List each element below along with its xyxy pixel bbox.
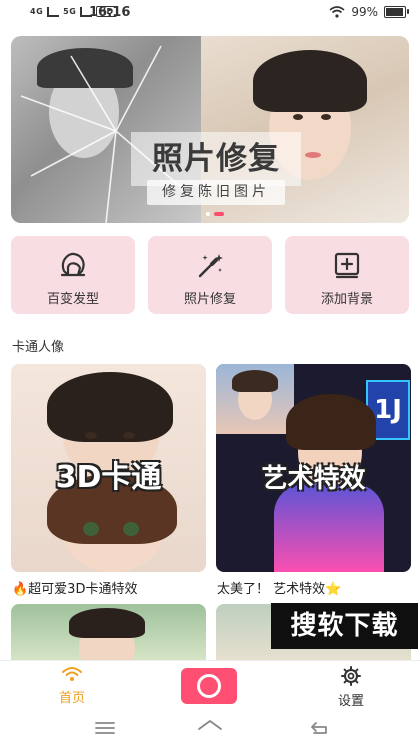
center-camera-button[interactable]	[181, 668, 237, 704]
back-icon[interactable]	[308, 720, 330, 736]
outfit	[274, 484, 384, 572]
carousel-dots	[206, 212, 224, 216]
nav-home-label: 首页	[58, 691, 85, 706]
feature-label: 照片修复	[183, 292, 236, 307]
network-4g-label: 4G	[30, 7, 44, 16]
home-icon[interactable]	[197, 718, 223, 738]
card-art-effect[interactable]: 1J 艺术特效	[216, 364, 411, 572]
feature-photo-repair-button[interactable]: 照片修复	[148, 236, 272, 314]
banner-carousel[interactable]: 照片修复 修复陈旧图片	[11, 36, 409, 223]
card-partial-left[interactable]	[11, 604, 206, 664]
menu-icon[interactable]	[94, 720, 116, 736]
carousel-dot-active	[214, 212, 224, 216]
banner-subtitle: 修复陈旧图片	[147, 180, 285, 205]
system-nav-bar	[0, 712, 420, 746]
section-title: 卡通人像	[12, 340, 65, 355]
card-overlay-text: 3D卡通	[55, 460, 162, 495]
status-bar: 4G 5G HD 16:16 99%	[0, 0, 420, 26]
battery-percent: 99%	[351, 5, 378, 19]
hairstyle-icon	[60, 252, 86, 277]
watermark: 搜软下载	[271, 603, 418, 649]
home-wifi-icon	[62, 667, 82, 681]
status-right: 99%	[329, 5, 409, 19]
card-caption: 🔥超可爱3D卡通特效	[12, 582, 138, 597]
battery-icon	[384, 6, 409, 18]
gear-icon	[341, 666, 361, 686]
nav-home[interactable]: 首页	[52, 666, 92, 706]
card-3d-cartoon[interactable]: 3D卡通	[11, 364, 206, 572]
card-caption: 太美了！ 艺术特效⭐	[217, 582, 342, 597]
feature-hairstyle-button[interactable]: 百变发型	[11, 236, 135, 314]
signal-icon	[47, 6, 60, 17]
card-thumbnail-before	[216, 364, 294, 434]
clock: 16:16	[89, 5, 131, 20]
feature-add-background-button[interactable]: 添加背景	[285, 236, 409, 314]
network-5g-label: 5G	[63, 7, 77, 16]
banner-title: 照片修复	[131, 132, 301, 186]
carousel-dot	[206, 212, 210, 216]
add-box-icon	[334, 252, 360, 279]
ring-icon	[197, 674, 221, 698]
feature-label: 添加背景	[320, 292, 373, 307]
nav-settings-label: 设置	[337, 694, 364, 709]
magic-wand-icon	[198, 254, 223, 278]
feature-label: 百变发型	[46, 292, 99, 307]
wifi-icon	[329, 6, 345, 18]
card-overlay-text: 艺术特效	[261, 464, 366, 494]
nav-settings[interactable]: 设置	[331, 666, 371, 709]
